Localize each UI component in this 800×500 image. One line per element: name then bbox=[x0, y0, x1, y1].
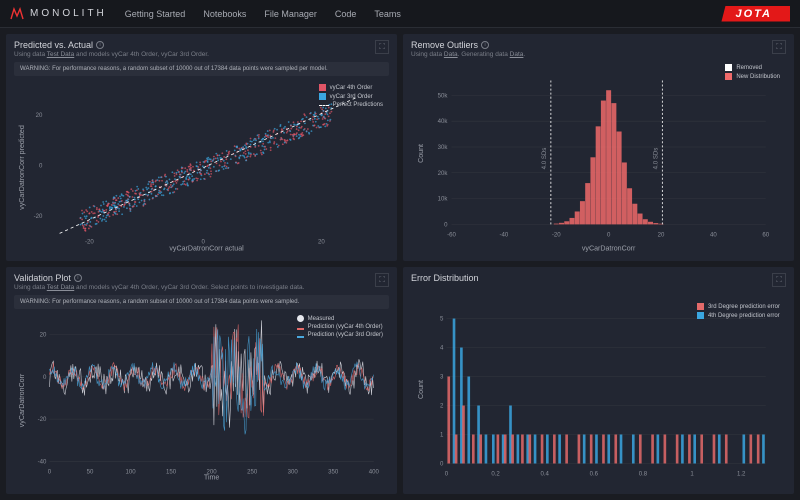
chart-predicted-vs-actual[interactable]: vyCar 4th Order vyCar 3rd Order Perfect … bbox=[14, 78, 389, 257]
expand-icon[interactable]: ⛶ bbox=[375, 273, 389, 287]
nav-notebooks[interactable]: Notebooks bbox=[203, 9, 246, 19]
svg-text:4: 4 bbox=[440, 345, 444, 352]
expand-icon[interactable]: ⛶ bbox=[772, 273, 786, 287]
warning-banner: WARNING: For performance reasons, a rand… bbox=[14, 62, 389, 76]
panel-subtitle: Using data Test Data and models vyCar 4t… bbox=[14, 51, 209, 58]
svg-text:30k: 30k bbox=[438, 144, 449, 151]
brand-logo: MONOLITH bbox=[10, 7, 107, 21]
svg-text:400: 400 bbox=[369, 468, 380, 475]
svg-text:20: 20 bbox=[40, 332, 47, 339]
brand-name: MONOLITH bbox=[30, 8, 107, 19]
svg-text:vyCarDatronCorr: vyCarDatronCorr bbox=[582, 245, 636, 253]
svg-text:vyCarDatronCorr predicted: vyCarDatronCorr predicted bbox=[18, 125, 26, 210]
panel-validation-plot: Validation Plot i Using data Test Data a… bbox=[6, 267, 397, 494]
nav-code[interactable]: Code bbox=[335, 9, 357, 19]
svg-text:Count: Count bbox=[417, 144, 425, 163]
chart-validation-plot[interactable]: Measured Prediction (vyCar 4th Order) Pr… bbox=[14, 311, 389, 490]
svg-text:0.4: 0.4 bbox=[540, 471, 549, 478]
svg-text:0: 0 bbox=[48, 468, 52, 475]
svg-text:-60: -60 bbox=[447, 232, 456, 239]
svg-text:1.2: 1.2 bbox=[737, 471, 746, 478]
svg-text:0.6: 0.6 bbox=[590, 471, 599, 478]
nav-getting-started[interactable]: Getting Started bbox=[125, 9, 186, 19]
panel-title: Validation Plot bbox=[14, 273, 71, 283]
panel-title: Error Distribution bbox=[411, 273, 479, 283]
svg-text:20: 20 bbox=[318, 239, 325, 246]
svg-text:2: 2 bbox=[440, 403, 444, 410]
svg-text:-20: -20 bbox=[85, 239, 94, 246]
svg-text:-40: -40 bbox=[38, 458, 47, 465]
svg-text:-40: -40 bbox=[500, 232, 509, 239]
panel-subtitle: Using data Test Data and models vyCar 4t… bbox=[14, 284, 304, 291]
svg-text:-20: -20 bbox=[34, 213, 43, 220]
svg-text:0: 0 bbox=[440, 461, 444, 468]
info-icon[interactable]: i bbox=[481, 41, 489, 49]
svg-text:0.8: 0.8 bbox=[639, 471, 648, 478]
svg-text:1: 1 bbox=[690, 471, 694, 478]
nav-teams[interactable]: Teams bbox=[374, 9, 401, 19]
panel-title: Remove Outliers bbox=[411, 40, 478, 50]
svg-text:Count: Count bbox=[417, 380, 425, 399]
svg-text:Time: Time bbox=[204, 474, 220, 482]
panel-predicted-vs-actual: Predicted vs. Actual i Using data Test D… bbox=[6, 34, 397, 261]
nav-file-manager[interactable]: File Manager bbox=[264, 9, 317, 19]
info-icon[interactable]: i bbox=[96, 41, 104, 49]
svg-text:40k: 40k bbox=[438, 118, 449, 125]
svg-text:100: 100 bbox=[125, 468, 136, 475]
svg-text:1: 1 bbox=[440, 432, 444, 439]
expand-icon[interactable]: ⛶ bbox=[375, 40, 389, 54]
svg-text:150: 150 bbox=[166, 468, 177, 475]
svg-text:4.0 SDs: 4.0 SDs bbox=[541, 148, 548, 170]
chart-remove-outliers[interactable]: Removed New Distribution -60-40-20020406… bbox=[411, 60, 786, 257]
svg-text:-20: -20 bbox=[38, 416, 47, 423]
main-nav: Getting Started Notebooks File Manager C… bbox=[125, 9, 401, 19]
svg-text:50k: 50k bbox=[438, 92, 449, 99]
svg-text:0: 0 bbox=[607, 232, 611, 239]
svg-text:20: 20 bbox=[36, 112, 43, 119]
svg-text:3: 3 bbox=[440, 374, 444, 381]
panel-error-distribution: Error Distribution ⛶ 3rd Degree predicti… bbox=[403, 267, 794, 494]
svg-text:0: 0 bbox=[43, 374, 47, 381]
panel-subtitle: Using data Data. Generating data Data. bbox=[411, 51, 525, 58]
monolith-logo-icon bbox=[10, 7, 24, 21]
svg-text:0: 0 bbox=[445, 471, 449, 478]
svg-text:50: 50 bbox=[87, 468, 94, 475]
svg-text:-20: -20 bbox=[552, 232, 561, 239]
partner-logo-jota: JOTA bbox=[721, 6, 790, 22]
svg-text:250: 250 bbox=[247, 468, 258, 475]
svg-text:60: 60 bbox=[762, 232, 769, 239]
dashboard-grid: Predicted vs. Actual i Using data Test D… bbox=[0, 28, 800, 500]
warning-banner: WARNING: For performance reasons, a rand… bbox=[14, 295, 389, 309]
svg-text:0.2: 0.2 bbox=[491, 471, 500, 478]
svg-text:0: 0 bbox=[444, 221, 448, 228]
info-icon[interactable]: i bbox=[74, 274, 82, 282]
svg-text:20: 20 bbox=[658, 232, 665, 239]
svg-text:5: 5 bbox=[440, 316, 444, 323]
svg-text:vyCarDatronCorr: vyCarDatronCorr bbox=[18, 373, 26, 427]
svg-text:20k: 20k bbox=[438, 170, 449, 177]
svg-text:350: 350 bbox=[328, 468, 339, 475]
svg-text:40: 40 bbox=[710, 232, 717, 239]
svg-text:0: 0 bbox=[39, 163, 43, 170]
svg-text:vyCarDatronCorr actual: vyCarDatronCorr actual bbox=[169, 245, 244, 253]
svg-text:10k: 10k bbox=[438, 196, 449, 203]
panel-remove-outliers: Remove Outliers i Using data Data. Gener… bbox=[403, 34, 794, 261]
top-nav-bar: MONOLITH Getting Started Notebooks File … bbox=[0, 0, 800, 28]
panel-title: Predicted vs. Actual bbox=[14, 40, 93, 50]
svg-text:4.0 SDs: 4.0 SDs bbox=[652, 148, 659, 170]
svg-text:300: 300 bbox=[288, 468, 299, 475]
expand-icon[interactable]: ⛶ bbox=[772, 40, 786, 54]
chart-error-distribution[interactable]: 3rd Degree prediction error 4th Degree p… bbox=[411, 289, 786, 490]
